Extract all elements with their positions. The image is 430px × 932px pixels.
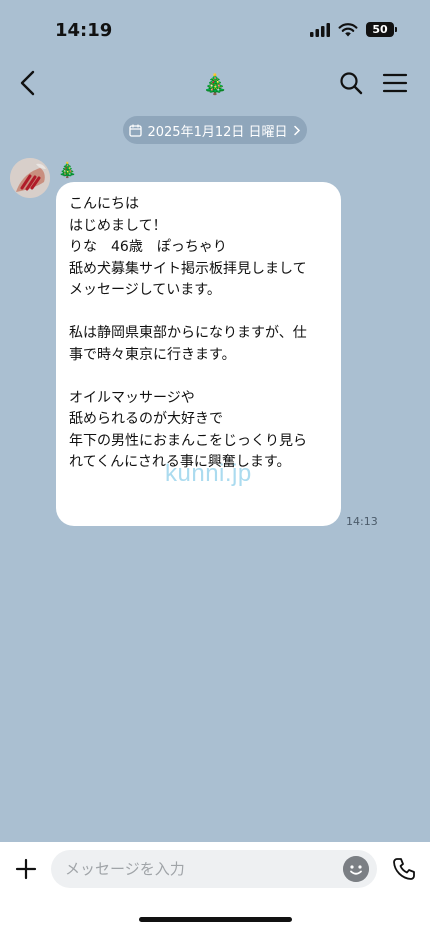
phone-icon[interactable] (390, 855, 418, 883)
menu-icon[interactable] (382, 72, 408, 94)
status-icons: 50 (310, 22, 397, 37)
avatar-image (10, 158, 50, 198)
message-line: りな 46歳 ぽっちゃり (69, 239, 227, 255)
wifi-icon (338, 22, 358, 36)
emoji-icon[interactable] (343, 856, 369, 882)
sender-name: 🎄 (58, 161, 77, 179)
signal-icon (310, 22, 330, 37)
message-line: メッセージしています。 (69, 282, 221, 298)
battery-indicator: 50 (366, 22, 397, 37)
chat-title: 🎄 (202, 72, 228, 96)
message-input[interactable] (51, 850, 377, 888)
chat-header: 🎄 (0, 60, 430, 106)
date-chip[interactable]: 2025年1月12日 日曜日 (123, 116, 307, 144)
message-line: 舐め犬募集サイト掲示板拝見しまして (69, 260, 307, 277)
message-line: 年下の男性におまんこをじっくり見ら (69, 432, 307, 449)
message-line: オイルマッサージや (69, 389, 195, 406)
message-line: 私は静岡県東部からになりますが、仕 (69, 325, 307, 341)
message-line: 舐められるのが大好きで (69, 411, 223, 427)
message-line: 事で時々東京に行きます。 (69, 346, 236, 363)
search-icon[interactable] (338, 70, 364, 96)
message-line (69, 302, 329, 324)
status-bar: 14:19 50 (0, 0, 430, 60)
message-line (69, 366, 329, 388)
plus-icon[interactable] (12, 855, 40, 883)
calendar-icon (129, 123, 143, 137)
message-line: こんにちは (69, 196, 139, 212)
avatar[interactable] (10, 158, 50, 198)
date-label: 2025年1月12日 日曜日 (147, 124, 288, 140)
home-indicator (139, 917, 292, 922)
status-time: 14:19 (55, 20, 113, 41)
message-line: はじめまして！ (69, 217, 167, 234)
chevron-right-icon (293, 125, 300, 135)
watermark: kunni.jp (165, 460, 252, 487)
message-time: 14:13 (346, 515, 378, 528)
